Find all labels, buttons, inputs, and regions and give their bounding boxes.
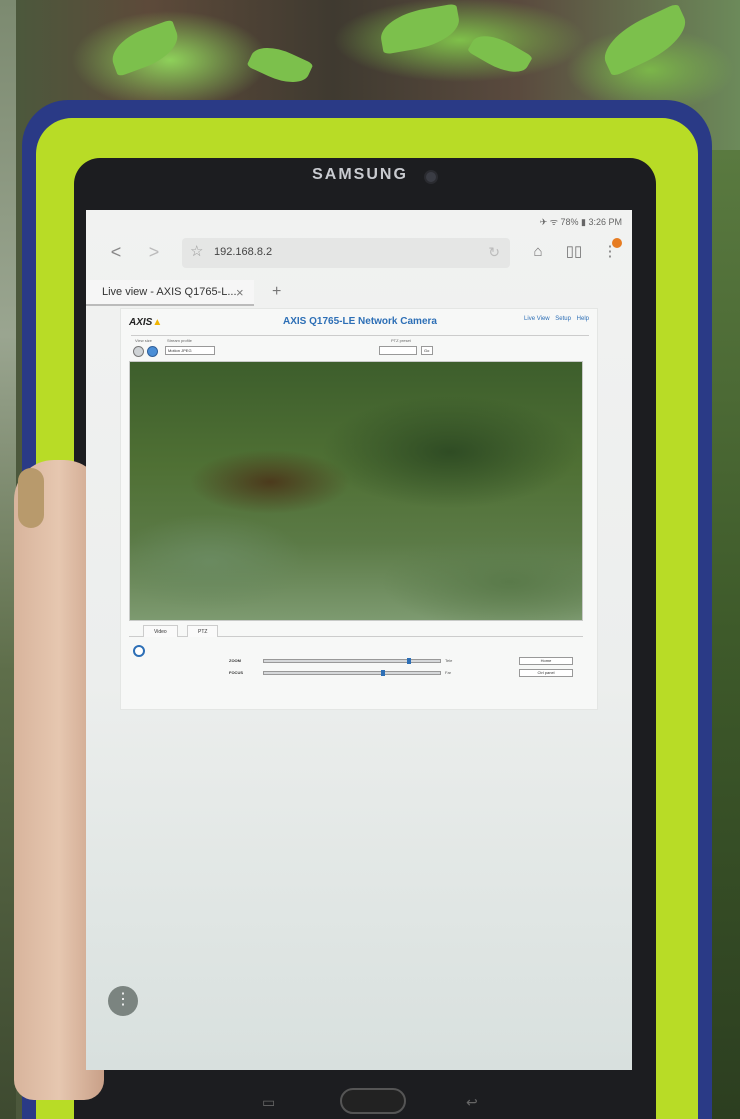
signal-icon: ✈ ᯤ [539, 217, 561, 227]
zoom-control: ZOOM Tele Home [229, 657, 573, 665]
device-brand: SAMSUNG [312, 166, 408, 183]
stream-profile-label: Stream profile [167, 338, 192, 343]
url-bar[interactable]: ☆ 192.168.8.2 ↻ [182, 238, 510, 268]
setup-link[interactable]: Setup [555, 316, 571, 322]
stream-profile-select[interactable]: Motion JPEG [165, 346, 215, 355]
clock: 3:26 PM [588, 217, 622, 227]
url-text[interactable]: 192.168.8.2 [214, 246, 272, 258]
control-subtabs: Video PTZ [129, 625, 583, 637]
tab-ptz[interactable]: PTZ [187, 625, 219, 637]
star-icon[interactable]: ☆ [190, 244, 206, 260]
view-size-label: View size [135, 338, 152, 343]
live-view-link[interactable]: Live View [524, 316, 550, 322]
top-links: Live View Setup Help [520, 316, 589, 322]
address-bar-row: < > ☆ 192.168.8.2 ↻ ⌂ ▯▯ ⋮ [86, 232, 632, 274]
thumb-nail [18, 468, 44, 528]
zoom-label: ZOOM [229, 658, 241, 663]
recents-key-icon[interactable]: ▭ [262, 1094, 275, 1111]
zoom-slider[interactable] [263, 658, 441, 664]
ctrl-panel-button[interactable]: Ctrl panel [519, 669, 573, 677]
battery-level: 78% [560, 217, 579, 227]
help-link[interactable]: Help [577, 316, 589, 322]
tab-video[interactable]: Video [143, 625, 178, 637]
live-video-feed[interactable] [129, 361, 583, 621]
notification-badge [612, 238, 622, 248]
zoom-tele-label: Tele [445, 658, 453, 663]
ptz-preset-label: PTZ preset [391, 338, 411, 343]
reload-icon[interactable]: ↻ [488, 244, 500, 261]
view-size-fit-button[interactable] [133, 346, 144, 357]
forward-button[interactable]: > [144, 242, 164, 262]
focus-control: FOCUS Far Ctrl panel [229, 669, 573, 677]
tab-strip: Live view - AXIS Q1765-L... × + [86, 280, 632, 306]
tablet-screen[interactable]: ✈ ᯤ 78% ▮ 3:26 PM < > ☆ 192.168.8.2 ↻ ⌂ … [86, 210, 632, 1070]
ptz-preset-select[interactable] [379, 346, 417, 355]
back-button[interactable]: < [106, 242, 126, 262]
hardware-home-button[interactable] [340, 1088, 406, 1114]
front-camera [424, 170, 438, 184]
focus-slider[interactable] [263, 670, 441, 676]
more-options-fab[interactable]: ⋮ [108, 986, 138, 1016]
focus-far-label: Far [445, 670, 451, 675]
snapshot-button[interactable] [133, 645, 145, 657]
book-icon[interactable]: ▯▯ [564, 242, 584, 262]
status-bar: ✈ ᯤ 78% ▮ 3:26 PM [86, 210, 632, 230]
axis-live-view-page: AXIS▲ AXIS Q1765-LE Network Camera Live … [120, 308, 598, 710]
view-size-full-button[interactable] [147, 346, 158, 357]
focus-label: FOCUS [229, 670, 243, 675]
control-bar: View size Stream profile PTZ preset Moti… [131, 335, 589, 357]
ptz-go-button[interactable]: Go [421, 346, 433, 355]
focus-slider-handle[interactable] [380, 670, 385, 676]
home-icon[interactable]: ⌂ [528, 242, 548, 262]
tab-title: Live view - AXIS Q1765-L... [102, 286, 237, 298]
tab-close-icon[interactable]: × [236, 285, 244, 300]
zoom-slider-handle[interactable] [406, 658, 411, 664]
home-button[interactable]: Home [519, 657, 573, 665]
back-key-icon[interactable]: ↩ [466, 1094, 478, 1111]
new-tab-button[interactable]: + [272, 283, 281, 301]
tab-live-view[interactable]: Live view - AXIS Q1765-L... × [86, 280, 254, 306]
